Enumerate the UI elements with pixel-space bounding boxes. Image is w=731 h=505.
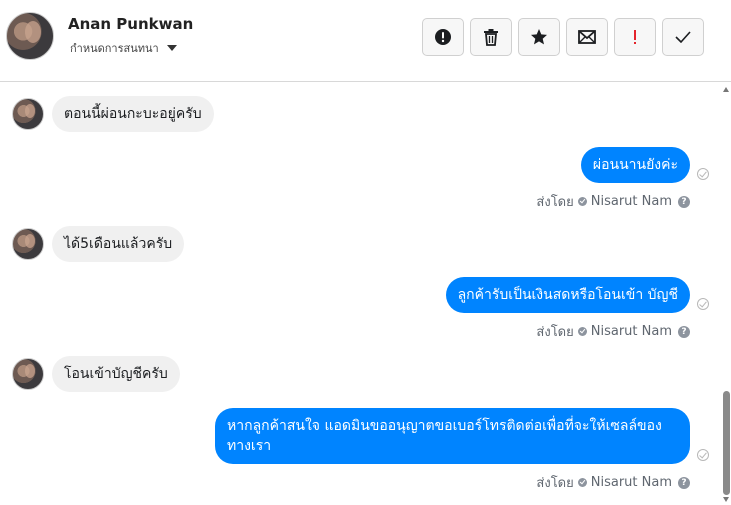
conversation-header: Anan Punkwan กำหนดการสนทนา — [0, 0, 731, 82]
sender-avatar[interactable] — [12, 228, 44, 260]
contact-name[interactable]: Anan Punkwan — [68, 15, 193, 33]
thread-scrollbar[interactable] — [721, 83, 731, 505]
delete-button[interactable] — [470, 18, 512, 56]
sent-by-agent: Nisarut Nam — [590, 475, 672, 490]
assign-conversation-label: กำหนดการสนทนา — [70, 42, 159, 55]
incoming-message: ได้5เดือนแล้วครับ — [12, 226, 185, 262]
scroll-down-arrow-icon[interactable] — [723, 497, 729, 502]
caret-down-icon — [166, 45, 177, 51]
sent-by-label: ส่งโดย — [536, 476, 574, 491]
star-button[interactable] — [518, 18, 560, 56]
help-icon[interactable]: ? — [678, 476, 690, 489]
sender-avatar[interactable] — [12, 98, 44, 130]
scroll-up-arrow-icon[interactable] — [723, 87, 729, 92]
done-button[interactable] — [662, 18, 704, 56]
sent-by-line: ส่งโดย Nisarut Nam ? — [536, 191, 690, 212]
verified-icon — [577, 478, 587, 487]
spam-button[interactable] — [422, 18, 464, 56]
outgoing-bubble[interactable]: ผ่อนนานยังค่ะ — [580, 147, 690, 183]
verified-icon — [577, 327, 587, 336]
sent-by-agent: Nisarut Nam — [590, 194, 672, 209]
envelope-icon — [578, 30, 596, 44]
conversation-toolbar — [422, 18, 704, 56]
incoming-bubble[interactable]: โอนเข้าบัญชีครับ — [52, 356, 180, 392]
sent-check-icon — [697, 449, 709, 461]
star-icon — [531, 29, 547, 45]
incoming-bubble[interactable]: ตอนนี้ผ่อนกะบะอยู่ครับ — [52, 96, 214, 132]
sent-by-line: ส่งโดย Nisarut Nam ? — [536, 472, 690, 493]
help-icon[interactable]: ? — [678, 325, 690, 338]
scrollbar-thumb[interactable] — [723, 391, 730, 495]
incoming-message: โอนเข้าบัญชีครับ — [12, 356, 180, 392]
mark-unread-button[interactable] — [566, 18, 608, 56]
help-icon[interactable]: ? — [678, 195, 690, 208]
outgoing-bubble[interactable]: หากลูกค้าสนใจ แอดมินขออนุญาตขอเบอร์โทรติ… — [215, 408, 690, 464]
outgoing-bubble[interactable]: ลูกค้ารับเป็นเงินสดหรือโอนเข้า บัญชี — [445, 277, 690, 313]
incoming-bubble[interactable]: ได้5เดือนแล้วครับ — [52, 226, 185, 262]
sent-by-agent: Nisarut Nam — [590, 324, 672, 339]
check-icon — [675, 31, 691, 43]
sent-by-label: ส่งโดย — [536, 195, 574, 210]
sent-check-icon — [697, 168, 709, 180]
message-thread[interactable]: ตอนนี้ผ่อนกะบะอยู่ครับ ผ่อนนานยังค่ะ ส่ง… — [0, 83, 731, 505]
assign-conversation-dropdown[interactable]: กำหนดการสนทนา — [70, 39, 177, 57]
alert-circle-icon — [435, 29, 451, 45]
sent-by-label: ส่งโดย — [536, 325, 574, 340]
incoming-message: ตอนนี้ผ่อนกะบะอยู่ครับ — [12, 96, 214, 132]
follow-up-button[interactable] — [614, 18, 656, 56]
sent-check-icon — [697, 298, 709, 310]
exclamation-icon — [634, 30, 636, 44]
contact-avatar[interactable] — [6, 12, 54, 60]
verified-icon — [577, 197, 587, 206]
sender-avatar[interactable] — [12, 358, 44, 390]
sent-by-line: ส่งโดย Nisarut Nam ? — [536, 321, 690, 342]
trash-icon — [484, 29, 498, 46]
